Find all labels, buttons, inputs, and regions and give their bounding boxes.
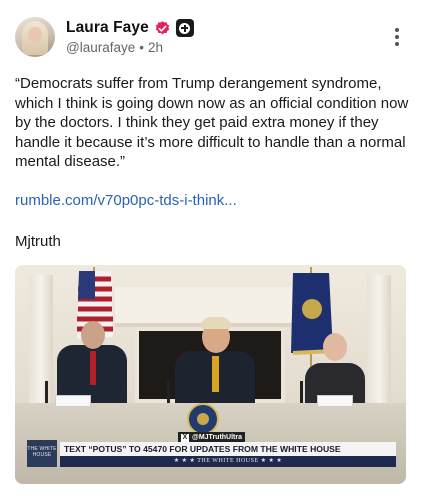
presidential-seal-icon: [187, 403, 219, 435]
meta-separator: •: [139, 40, 144, 55]
more-options-icon[interactable]: [394, 28, 400, 46]
news-ticker: TEXT “POTUS” TO 45470 FOR UPDATES FROM T…: [60, 442, 396, 456]
handle[interactable]: @laurafaye: [66, 40, 135, 55]
avatar-face: [28, 27, 42, 43]
news-subticker: ★ ★ ★ THE WHITE HOUSE ★ ★ ★: [60, 456, 396, 467]
timestamp[interactable]: 2h: [148, 40, 163, 55]
avatar[interactable]: [15, 17, 55, 57]
post-card: Laura Faye @laurafaye • 2h “Democrats suff…: [0, 0, 422, 500]
plus-badge-icon: [175, 19, 194, 37]
x-logo-icon: X: [181, 433, 189, 442]
video-thumbnail[interactable]: X @MJTruthUltra THE WHITE HOUSE TEXT “POT…: [15, 265, 406, 484]
nameplate: [55, 395, 91, 407]
post-meta: @laurafaye • 2h: [66, 40, 163, 55]
post-tag: Mjtruth: [15, 233, 61, 250]
verified-badge-icon: [155, 20, 170, 34]
post-link[interactable]: rumble.com/v70p0pc-tds-i-think...: [15, 192, 237, 209]
microphone: [300, 381, 303, 403]
microphone: [45, 381, 48, 403]
microphone: [167, 381, 170, 403]
post-body: “Democrats suffer from Trump derangement…: [15, 75, 409, 170]
nameplate: [317, 395, 353, 407]
display-name[interactable]: Laura Faye: [66, 19, 149, 37]
presidential-flag-icon: [291, 267, 334, 377]
white-house-logo: THE WHITE HOUSE: [27, 440, 57, 467]
name-row: Laura Faye: [66, 18, 194, 38]
